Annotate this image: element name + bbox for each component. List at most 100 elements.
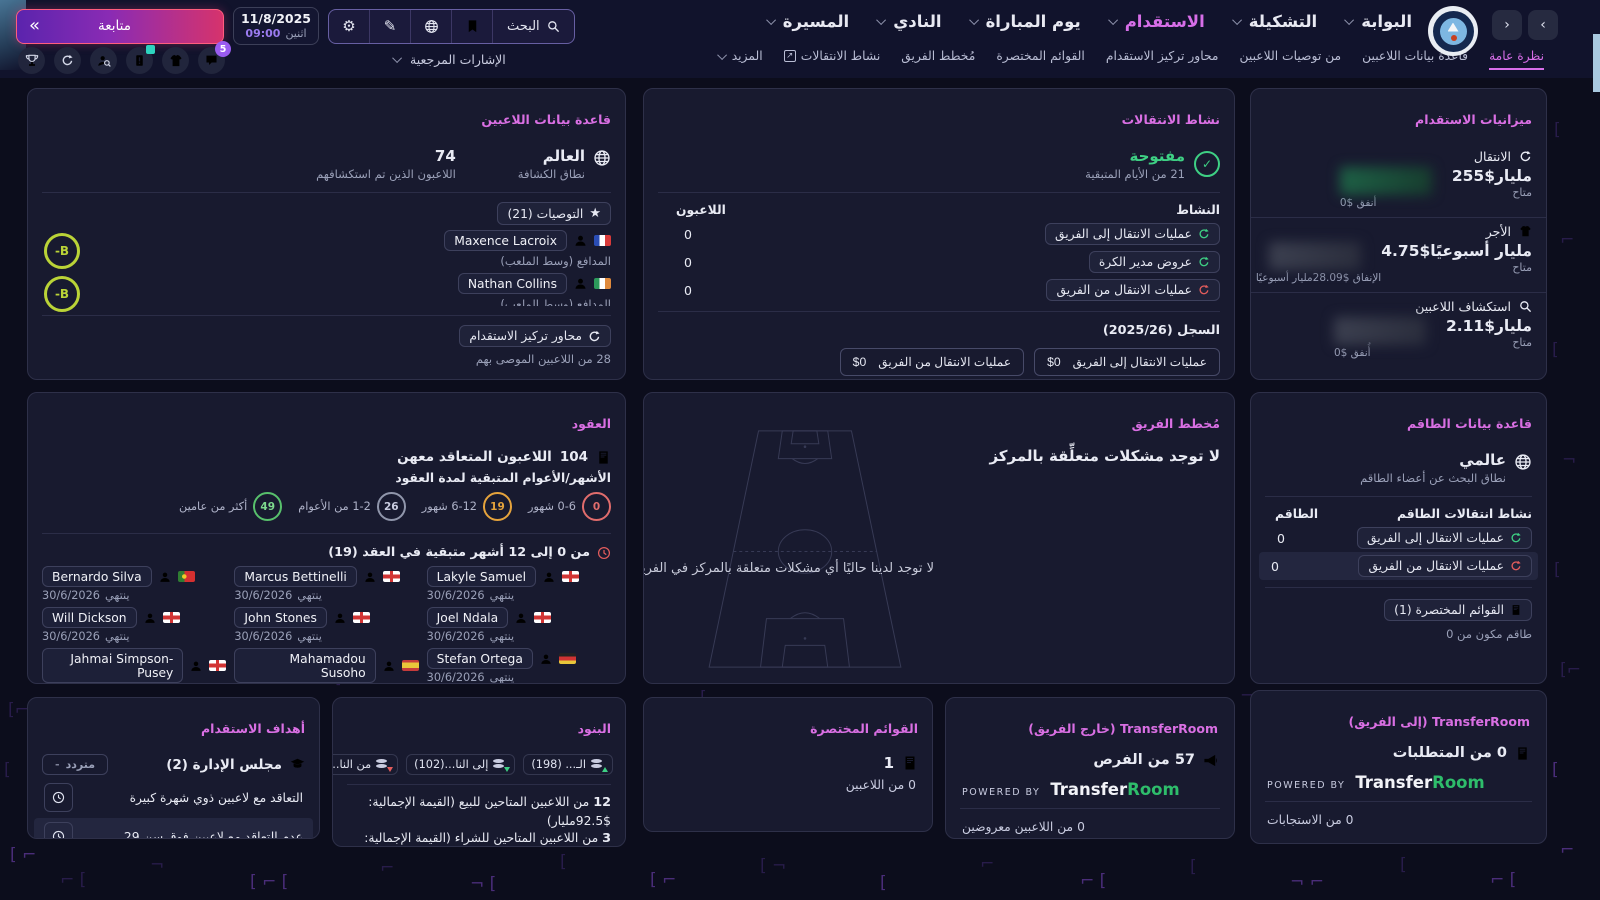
flag-icon	[209, 660, 226, 671]
clauses-to-club-tab[interactable]: إلى النا...(102)	[406, 754, 515, 775]
person-icon	[159, 571, 171, 583]
clauses-from-club-tab[interactable]: من النا...(96)	[332, 754, 398, 775]
player-name-chip[interactable]: Stefan Ortega	[427, 648, 533, 669]
history-clock-button[interactable]	[44, 822, 73, 839]
sync-in-icon	[1198, 256, 1210, 268]
nav-portal[interactable]: البوابة	[1347, 12, 1412, 31]
doc-icon	[1515, 746, 1530, 761]
tab-recruitment-focuses[interactable]: محاور تركيز الاستقدام	[1106, 49, 1219, 63]
edit-button[interactable]: ✎	[369, 10, 410, 43]
legend-6-12: 19	[483, 492, 512, 521]
player-name-chip[interactable]: Maxence Lacroix	[444, 230, 567, 251]
budget-bar	[1269, 242, 1361, 270]
expiry-date: 30/6/2026	[234, 630, 292, 643]
player-name-chip[interactable]: Bernardo Silva	[42, 566, 152, 587]
history-clock-button[interactable]	[44, 783, 73, 812]
panel-title[interactable]: نشاط الانتقالات	[644, 102, 1234, 131]
panel-title[interactable]: قاعدة بيانات اللاعبين	[28, 102, 625, 131]
transfers-out-chip[interactable]: عمليات الانتقال من الفريق	[1046, 279, 1220, 301]
nav-recruitment[interactable]: الاستقدام	[1111, 12, 1205, 31]
refresh-button[interactable]	[54, 47, 81, 74]
tab-transfer-activity[interactable]: نشاط الانتقالات↗	[784, 49, 881, 63]
game-day: اثنين	[285, 27, 306, 41]
record-transfers-out-button[interactable]: عمليات الانتقال من الفريق $0	[840, 348, 1024, 376]
contract-duration-legend: 00-6 شهور 196-12 شهور 261-2 من الأعوام 4…	[28, 487, 625, 526]
objective-row: التعاقد مع لاعبين ذوي شهرة كبيرة	[34, 779, 313, 816]
shirt-icon	[1519, 225, 1532, 238]
history-back-button[interactable]: ‹	[1492, 10, 1522, 40]
flag-icon	[353, 612, 370, 623]
panel-title[interactable]: القوائم المختصرة	[644, 711, 932, 740]
continue-arrow-icon: «	[29, 17, 40, 35]
panel-title[interactable]: أهداف الاستقدام	[28, 711, 319, 740]
panel-title[interactable]: TransferRoom (إلى الفريق)	[1251, 704, 1546, 731]
opportunities-count: 57 من الفرص	[1093, 752, 1195, 768]
tab-overview[interactable]: نظرة عامة	[1489, 49, 1544, 63]
player-name-chip[interactable]: Nathan Collins	[458, 273, 567, 294]
flag-icon	[383, 571, 400, 582]
panel-title[interactable]: TransferRoom (خارج الفريق)	[946, 711, 1234, 738]
panel-title[interactable]: ميزانيات الاستقدام	[1251, 102, 1546, 131]
contract-player-cell: Lakyle Samuel ينتهي30/6/2026	[427, 566, 611, 602]
reports-button[interactable]	[126, 47, 153, 74]
date-widget[interactable]: 11/8/2025 اثنين09:00	[233, 7, 319, 45]
clauses-all-tab[interactable]: الـ... (198)	[523, 754, 613, 775]
panel-title[interactable]: البنود	[333, 711, 625, 740]
chevron-down-icon	[717, 50, 727, 60]
person-icon	[190, 660, 202, 672]
nav-matchday[interactable]: يوم المباراة	[972, 12, 1081, 31]
player-name-chip[interactable]: John Stones	[234, 607, 327, 628]
inbox-button[interactable]: 5	[198, 47, 225, 74]
search-box[interactable]: البحث	[492, 10, 574, 43]
player-name-chip[interactable]: Mahamadou Susoho	[234, 648, 375, 683]
panel-title[interactable]: العقود	[28, 406, 625, 435]
world-button[interactable]	[410, 10, 451, 43]
tab-player-recommendations[interactable]: من توصيات اللاعبين	[1240, 49, 1342, 63]
scouting-button[interactable]	[90, 47, 117, 74]
record-transfers-in-button[interactable]: عمليات الانتقال إلى الفريق $0	[1034, 348, 1220, 376]
nav-career[interactable]: المسيرة	[769, 12, 849, 31]
doc-icon	[902, 755, 918, 771]
dof-offers-chip[interactable]: عروض مدير الكرة	[1089, 251, 1220, 273]
shortlists-count: 1	[884, 754, 894, 772]
requirements-count: 0 من المتطلبات	[1393, 745, 1507, 761]
tab-more[interactable]: المزيد	[720, 49, 763, 63]
staff-in-chip[interactable]: عمليات الانتقال إلى الفريق	[1357, 527, 1532, 549]
transfer-budget-value: مليار$255	[1452, 167, 1532, 185]
transfers-in-chip[interactable]: عمليات الانتقال إلى الفريق	[1045, 223, 1220, 245]
expiry-date: 30/6/2026	[427, 630, 485, 643]
nav-club[interactable]: النادي	[879, 12, 941, 31]
panel-title[interactable]: قاعدة بيانات الطاقم	[1251, 406, 1546, 435]
flag-icon	[559, 653, 576, 664]
player-name-chip[interactable]: Will Dickson	[42, 607, 137, 628]
tab-shortlists[interactable]: القوائم المختصرة	[996, 49, 1084, 63]
board-stance-tag[interactable]: متردد-	[42, 754, 108, 775]
tab-squad-planner[interactable]: مُخطط الفريق	[901, 49, 975, 63]
record-transfers-out-value: $0	[853, 355, 867, 369]
staff-out-chip[interactable]: عمليات الانتقال من الفريق	[1358, 555, 1532, 577]
kit-button[interactable]	[162, 47, 189, 74]
player-name-chip[interactable]: Marcus Bettinelli	[234, 566, 356, 587]
recruitment-focuses-button[interactable]: محاور تركيز الاستقدام	[459, 325, 611, 347]
expiring-label: من 0 إلى 12 أشهر متبقية في العقد (19)	[328, 545, 590, 560]
player-name-chip[interactable]: Lakyle Samuel	[427, 566, 536, 587]
top-header: « متابعة 11/8/2025 اثنين09:00 ⚙ ✎ البحث …	[0, 0, 1600, 78]
nav-squad[interactable]: التشكيلة	[1235, 12, 1317, 31]
transfer-spent: أنفق $0	[1340, 197, 1452, 209]
contract-player-cell: John Stones ينتهي30/6/2026	[234, 607, 418, 643]
legend-2y-plus: 49	[253, 492, 282, 521]
bookmarks-dropdown[interactable]: الإشارات المرجعية	[395, 52, 506, 67]
settings-button[interactable]: ⚙	[329, 10, 369, 43]
bookmark-button[interactable]	[451, 10, 492, 43]
continue-button[interactable]: « متابعة	[16, 9, 224, 44]
player-name-chip[interactable]: Jahmai Simpson-Pusey	[42, 648, 183, 683]
club-badge[interactable]	[1428, 6, 1478, 56]
recommendations-button[interactable]: ★ التوصيات (21)	[497, 202, 611, 225]
staff-shortlists-button[interactable]: القوائم المختصرة (1)	[1384, 599, 1532, 621]
window-days-remaining: 21 من الأيام المتبقية	[1085, 167, 1185, 181]
history-forward-button[interactable]: ›	[1528, 10, 1558, 40]
player-name-chip[interactable]: Joel Ndala	[427, 607, 509, 628]
competition-button[interactable]	[18, 47, 45, 74]
transferroom-in-panel: TransferRoom (إلى الفريق) 0 من المتطلبات…	[1250, 690, 1547, 844]
chevron-down-icon	[876, 15, 886, 25]
